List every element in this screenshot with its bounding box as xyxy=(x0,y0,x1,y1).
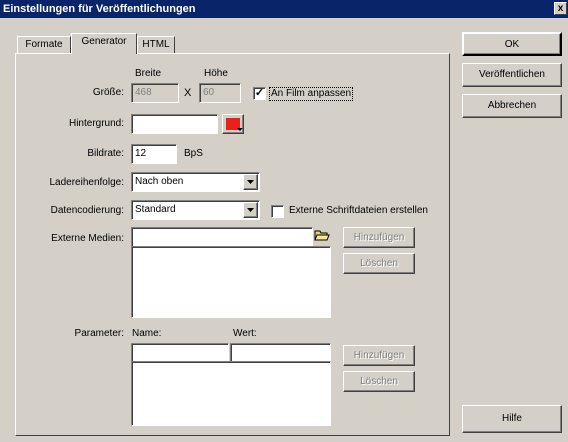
close-button[interactable]: x xyxy=(554,2,567,15)
background-color-swatch[interactable] xyxy=(222,114,244,134)
size-label: Größe: xyxy=(92,87,124,98)
param-name-header: Name: xyxy=(132,328,162,339)
media-delete-button[interactable]: Löschen xyxy=(343,253,415,274)
height-header: Höhe xyxy=(204,68,228,79)
framerate-label: Bildrate: xyxy=(87,148,124,159)
tab-formate[interactable]: Formate xyxy=(17,36,71,53)
parameters-list[interactable] xyxy=(131,361,331,426)
param-value-header: Wert: xyxy=(233,328,257,339)
parameters-label: Parameter: xyxy=(74,328,124,339)
background-label: Hintergrund: xyxy=(68,118,124,129)
load-order-label: Ladereihenfolge: xyxy=(49,177,124,188)
media-add-button[interactable]: Hinzufügen xyxy=(343,227,415,248)
cancel-button[interactable]: Abbrechen xyxy=(462,94,562,118)
load-order-value: Nach oben xyxy=(135,176,184,187)
external-fonts-checkbox[interactable] xyxy=(271,205,284,218)
param-delete-button[interactable]: Löschen xyxy=(343,371,415,392)
chevron-down-icon[interactable] xyxy=(243,174,258,190)
checkmark-icon: ✓ xyxy=(254,87,265,99)
framerate-unit: BpS xyxy=(184,148,203,159)
tab-html[interactable]: HTML xyxy=(137,36,175,53)
chevron-down-icon[interactable] xyxy=(243,202,258,218)
folder-open-icon[interactable] xyxy=(313,226,331,244)
title-bar: Einstellungen für Veröffentlichungen x xyxy=(0,0,568,18)
fit-to-movie-checkbox[interactable]: ✓ xyxy=(253,87,266,100)
window-title: Einstellungen für Veröffentlichungen xyxy=(3,3,196,15)
external-media-list[interactable] xyxy=(131,246,331,318)
tab-generator[interactable]: Generator xyxy=(71,33,137,54)
width-field[interactable]: 468 xyxy=(131,83,179,103)
external-media-label: Externe Medien: xyxy=(51,233,124,244)
encoding-label: Datencodierung: xyxy=(50,205,124,216)
load-order-select[interactable]: Nach oben xyxy=(131,172,260,192)
param-name-input[interactable] xyxy=(131,343,229,362)
encoding-select[interactable]: Standard xyxy=(131,200,260,220)
fit-to-movie-label[interactable]: An Film anpassen xyxy=(269,87,354,101)
height-field[interactable]: 60 xyxy=(199,83,241,103)
external-media-field[interactable] xyxy=(131,227,313,247)
param-add-button[interactable]: Hinzufügen xyxy=(343,345,415,366)
param-value-input[interactable] xyxy=(230,343,331,362)
external-fonts-label[interactable]: Externe Schriftdateien erstellen xyxy=(289,205,428,216)
size-separator: X xyxy=(184,87,192,99)
publish-button[interactable]: Veröffentlichen xyxy=(462,63,562,87)
dropdown-arrow-icon xyxy=(237,128,243,131)
width-header: Breite xyxy=(135,68,162,79)
help-button[interactable]: Hilfe xyxy=(462,405,562,433)
encoding-value: Standard xyxy=(135,204,176,215)
background-field[interactable] xyxy=(131,114,218,134)
framerate-field[interactable]: 12 xyxy=(131,144,177,164)
ok-button[interactable]: OK xyxy=(462,32,562,56)
